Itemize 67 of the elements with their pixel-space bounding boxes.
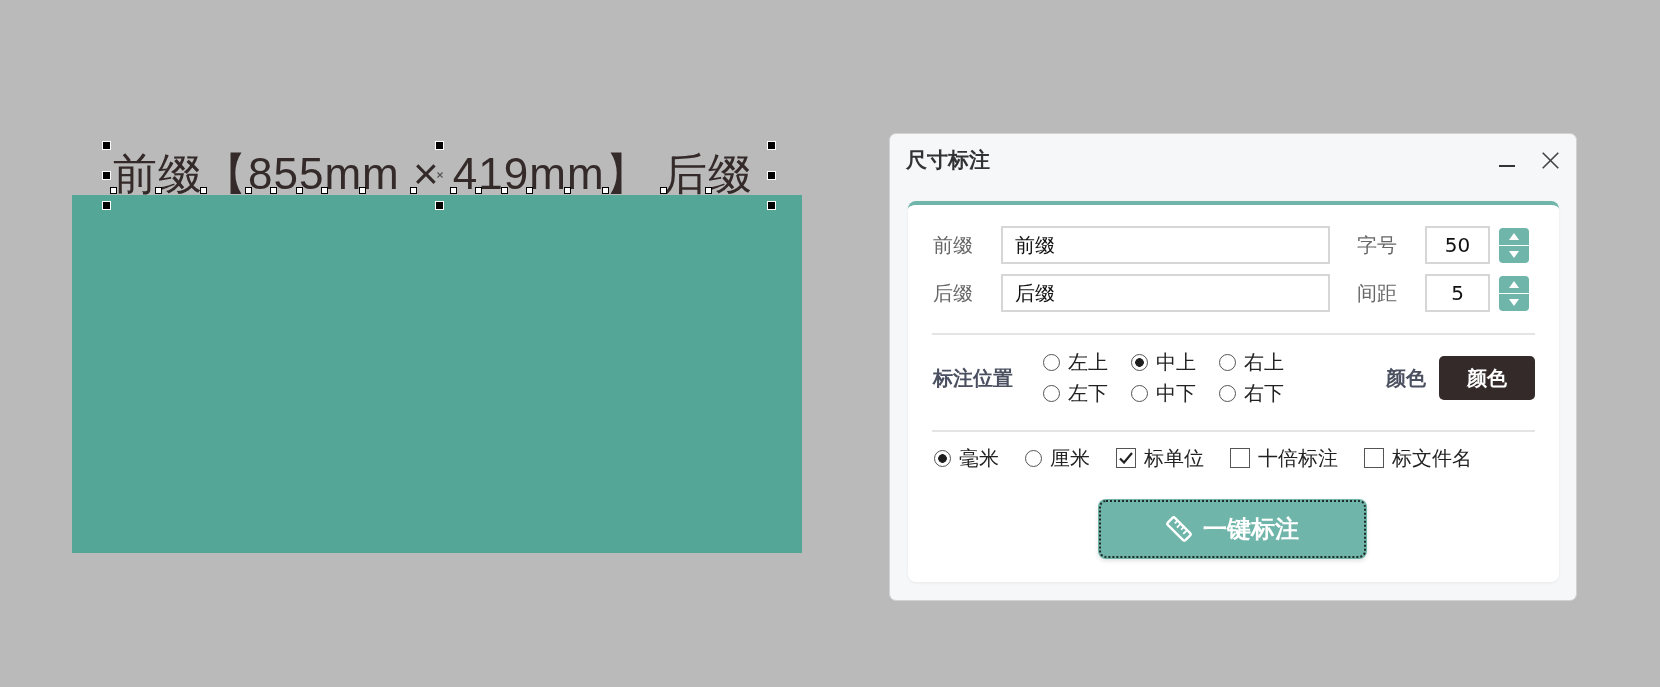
- node-handle-icon[interactable]: [501, 187, 508, 194]
- node-handle-icon[interactable]: [200, 187, 207, 194]
- option-label: 标单位: [1144, 444, 1204, 472]
- node-handle-icon[interactable]: [245, 187, 252, 194]
- number-input[interactable]: 50: [1425, 226, 1490, 264]
- text-input[interactable]: 前缀: [1001, 226, 1330, 264]
- triangle-down-icon: [1509, 298, 1519, 306]
- selection-handle-icon[interactable]: [435, 201, 444, 210]
- radio-button[interactable]: [1219, 385, 1236, 402]
- node-handle-icon[interactable]: [359, 187, 366, 194]
- text-input[interactable]: 后缀: [1001, 274, 1330, 312]
- center-mark-icon: [437, 172, 443, 178]
- option-label: 左上: [1068, 349, 1108, 376]
- selection-handle-icon[interactable]: [767, 201, 776, 210]
- radio-button[interactable]: [1025, 449, 1042, 467]
- option-label: 毫米: [959, 444, 999, 472]
- selection-handle-icon[interactable]: [102, 201, 111, 210]
- dialog-title: 尺寸标注: [906, 147, 990, 174]
- field-label: 后缀: [933, 279, 974, 307]
- canvas-text[interactable]: 前缀【855mm × 419mm】 后缀: [113, 148, 753, 200]
- section-label: 标注位置: [933, 364, 1014, 392]
- option-label: 厘米: [1050, 444, 1090, 472]
- triangle-up-icon: [1509, 280, 1519, 288]
- field-label: 间距: [1357, 279, 1398, 307]
- node-handle-icon[interactable]: [660, 187, 667, 194]
- option-label: 左下: [1068, 380, 1108, 407]
- selection-handle-icon[interactable]: [102, 171, 111, 180]
- radio-button[interactable]: [1219, 354, 1236, 371]
- number-input[interactable]: 5: [1425, 274, 1490, 312]
- checkbox[interactable]: [1230, 448, 1250, 468]
- selection-handle-icon[interactable]: [102, 141, 111, 150]
- field-label: 字号: [1357, 231, 1398, 259]
- node-handle-icon[interactable]: [321, 187, 328, 194]
- close-button[interactable]: [1542, 151, 1559, 169]
- option-label: 右下: [1244, 380, 1284, 407]
- node-handle-icon[interactable]: [296, 187, 303, 194]
- radio-button[interactable]: [1131, 385, 1148, 402]
- selection-handle-icon[interactable]: [767, 171, 776, 180]
- node-handle-icon[interactable]: [410, 187, 417, 194]
- node-handle-icon[interactable]: [475, 187, 482, 194]
- checkbox[interactable]: [1116, 448, 1136, 468]
- node-handle-icon[interactable]: [270, 187, 277, 194]
- color-button[interactable]: 颜色: [1439, 356, 1535, 400]
- triangle-down-icon: [1509, 250, 1519, 258]
- section-label: 颜色: [1386, 364, 1426, 392]
- option-label: 中下: [1156, 380, 1196, 407]
- node-handle-icon[interactable]: [526, 187, 533, 194]
- option-label: 中上: [1156, 349, 1196, 376]
- minimize-icon: [1499, 165, 1515, 167]
- radio-button[interactable]: [1043, 354, 1060, 371]
- radio-button[interactable]: [1043, 385, 1060, 402]
- close-icon: [1542, 151, 1559, 169]
- radio-button[interactable]: [934, 449, 951, 467]
- selection-handle-icon[interactable]: [767, 141, 776, 150]
- triangle-up-icon: [1509, 232, 1519, 240]
- radio-button[interactable]: [1131, 354, 1148, 371]
- checkbox[interactable]: [1364, 448, 1384, 468]
- option-label: 右上: [1244, 349, 1284, 376]
- ruler-icon: [1166, 516, 1192, 542]
- node-handle-icon[interactable]: [602, 187, 609, 194]
- option-label: 标文件名: [1392, 444, 1472, 472]
- field-label: 前缀: [933, 231, 974, 259]
- node-handle-icon[interactable]: [450, 187, 457, 194]
- selection-handle-icon[interactable]: [435, 141, 444, 150]
- option-label: 十倍标注: [1258, 444, 1338, 472]
- node-handle-icon[interactable]: [564, 187, 571, 194]
- check-icon: [1119, 452, 1133, 464]
